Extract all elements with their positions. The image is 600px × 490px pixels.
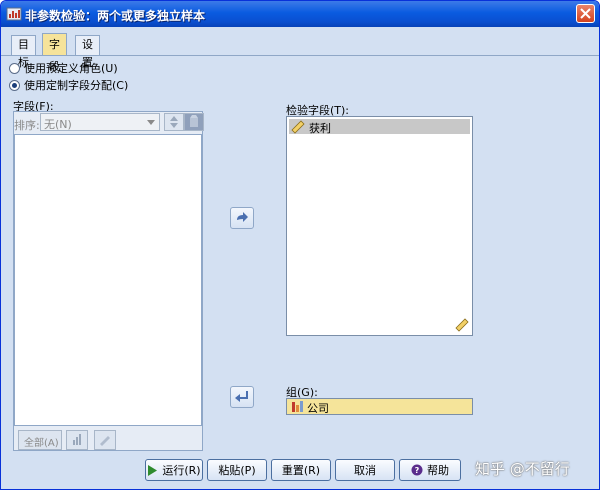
- arrow-right-icon: [237, 212, 248, 222]
- option-custom-assignments-label: 使用定制字段分配(C): [24, 79, 129, 92]
- app-icon: [6, 7, 22, 21]
- move-to-test-fields-button[interactable]: [230, 207, 254, 229]
- option-custom-assignments[interactable]: 使用定制字段分配(C): [9, 78, 128, 92]
- dialog-window: 非参数检验：两个或更多独立样本 目标 字段 设置 使用预定义角色(U) 使用定制…: [0, 0, 600, 490]
- list-item[interactable]: 获利: [289, 119, 470, 135]
- radio-custom-assignments[interactable]: [9, 79, 20, 91]
- nominal-button[interactable]: [94, 430, 116, 450]
- groups-field-value: 公司: [307, 402, 329, 415]
- cancel-button[interactable]: 取消: [335, 459, 395, 481]
- nominal-icon: [292, 401, 303, 412]
- ruler-icon: [100, 436, 110, 446]
- sort-order-icon: [170, 116, 178, 128]
- title-bar[interactable]: 非参数检验：两个或更多独立样本: [1, 1, 599, 27]
- fields-box: 排序: 无(N) 全部(A): [13, 111, 204, 451]
- test-field-name: 获利: [309, 122, 331, 135]
- arrow-left-icon: [235, 391, 248, 402]
- radio-predefined-roles[interactable]: [9, 62, 20, 74]
- tab-target[interactable]: 目标: [11, 35, 36, 69]
- chevron-down-icon: [147, 120, 155, 125]
- bar-chart-icon: [73, 434, 81, 445]
- ruler-icon: [291, 120, 305, 134]
- select-all-label: 全部(A): [24, 438, 59, 449]
- reset-button-label: 重置(R): [281, 464, 321, 477]
- svg-text:?: ?: [415, 466, 420, 475]
- run-button-label: 运行(R): [162, 464, 201, 477]
- paste-button-label: 粘贴(P): [218, 464, 256, 477]
- tab-fields[interactable]: 字段: [42, 33, 67, 73]
- ruler-icon: [455, 318, 469, 332]
- move-to-groups-button[interactable]: [230, 386, 254, 408]
- window-title: 非参数检验：两个或更多独立样本: [25, 9, 206, 23]
- groups-field[interactable]: 公司: [286, 398, 473, 415]
- help-button[interactable]: ? 帮助: [399, 459, 461, 481]
- reset-button[interactable]: 重置(R): [271, 459, 331, 481]
- sort-select[interactable]: 无(N): [40, 113, 160, 131]
- scale-button[interactable]: [66, 430, 88, 450]
- help-button-label: 帮助: [427, 464, 449, 477]
- field-type-filter-button[interactable]: [184, 113, 204, 131]
- help-icon: ?: [411, 464, 423, 476]
- sort-order-button[interactable]: [164, 113, 184, 131]
- tab-settings[interactable]: 设置: [75, 35, 100, 69]
- test-fields-list[interactable]: 获利: [286, 116, 473, 336]
- run-button[interactable]: 运行(R): [145, 459, 203, 481]
- close-icon: [580, 8, 591, 19]
- fields-list[interactable]: [14, 134, 202, 426]
- cancel-button-label: 取消: [354, 464, 376, 477]
- option-predefined-roles-label: 使用预定义角色(U): [24, 62, 118, 75]
- option-predefined-roles[interactable]: 使用预定义角色(U): [9, 61, 118, 75]
- select-all-button[interactable]: 全部(A): [18, 430, 62, 450]
- watermark: 知乎 @不留行: [475, 460, 570, 478]
- filter-icon: [190, 115, 198, 127]
- play-icon: [148, 464, 158, 476]
- close-button[interactable]: [576, 4, 595, 23]
- sort-label: 排序:: [14, 119, 40, 132]
- sort-select-value: 无(N): [44, 118, 72, 131]
- paste-button[interactable]: 粘贴(P): [207, 459, 267, 481]
